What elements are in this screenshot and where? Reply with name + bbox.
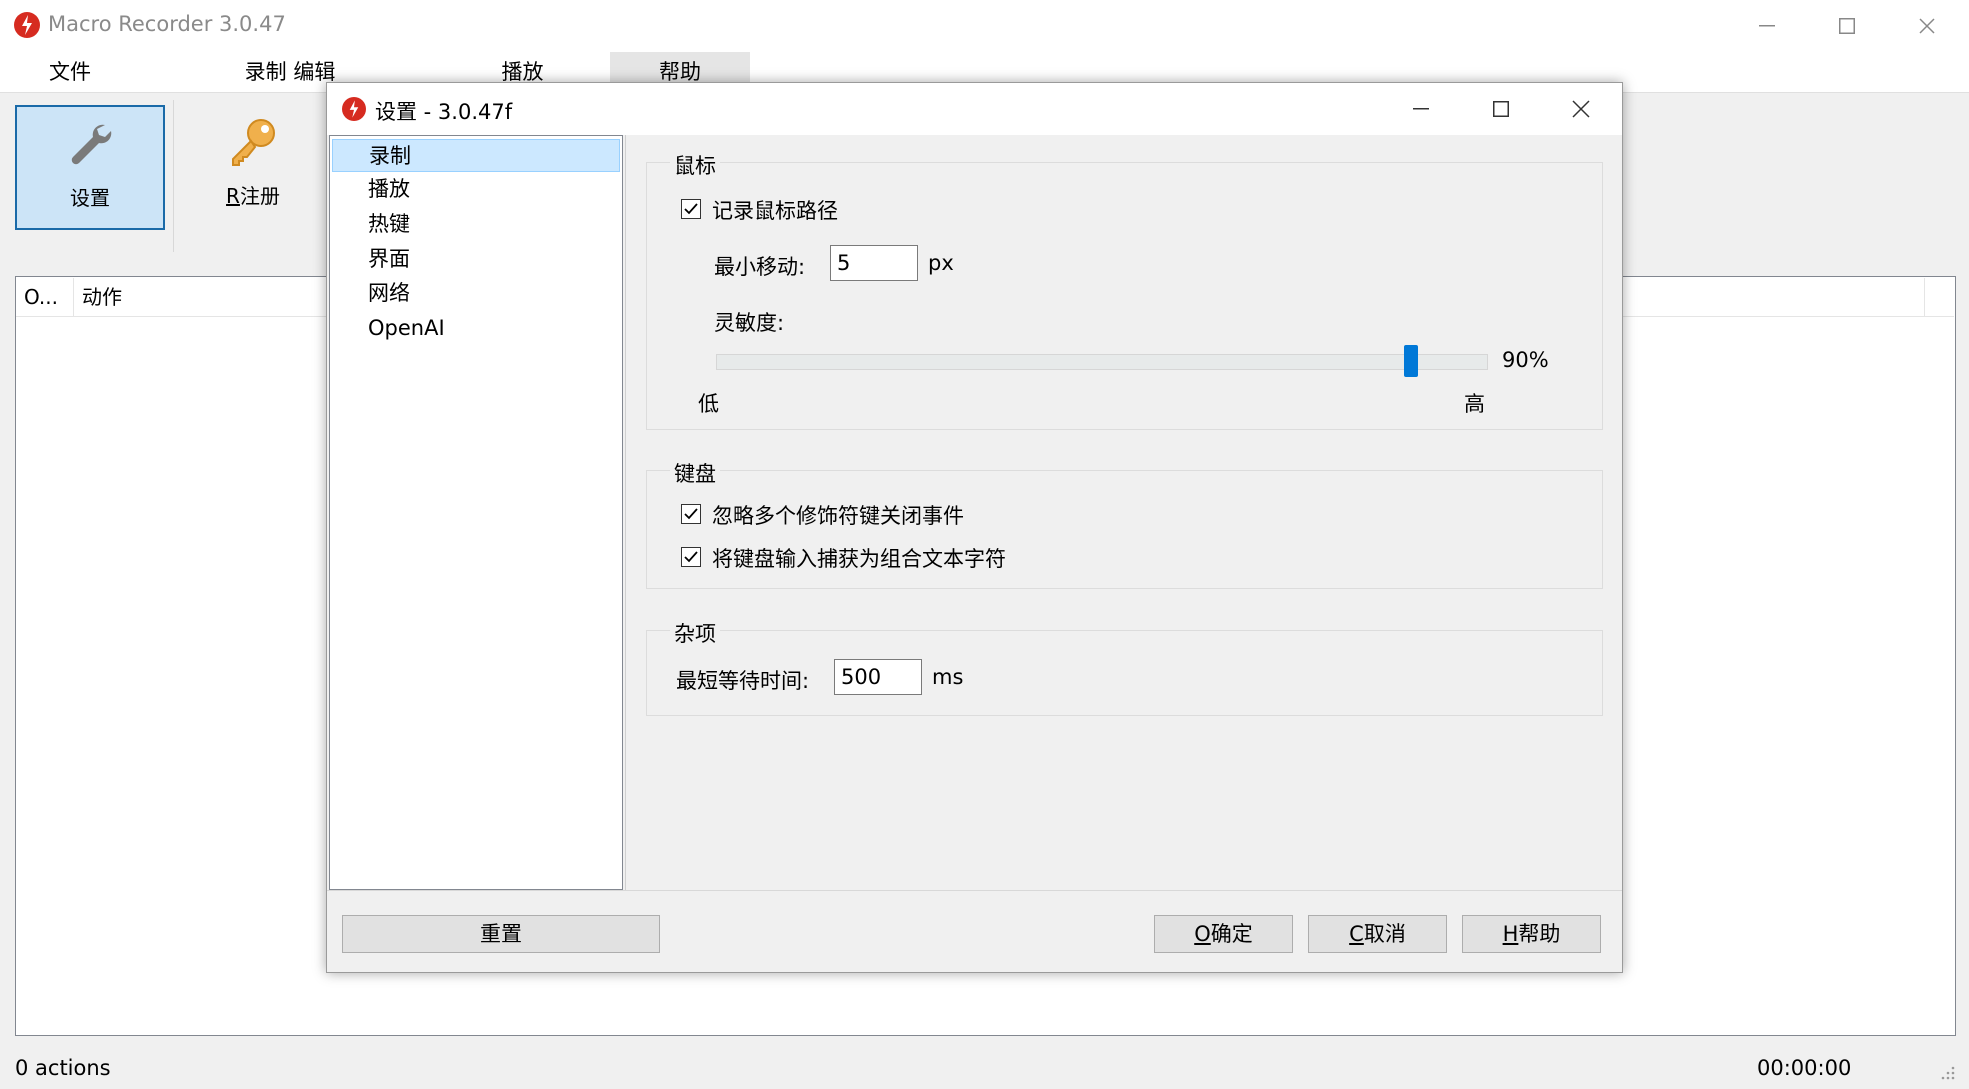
dialog-title: 设置 - 3.0.47f (375, 100, 513, 124)
help-button[interactable]: H帮助 (1462, 915, 1601, 953)
sensitivity-value: 90% (1502, 348, 1549, 372)
min-wait-unit: ms (932, 665, 964, 689)
settings-nav: 录制 播放 热键 界面 网络 OpenAI (329, 135, 623, 890)
ignore-modifiers-label: 忽略多个修饰符键关闭事件 (712, 504, 964, 528)
actions-count: 0 actions (15, 1056, 111, 1080)
register-accel: R (226, 184, 240, 208)
mouse-group-label: 鼠标 (670, 150, 720, 180)
resize-grip-icon[interactable] (1940, 1065, 1956, 1081)
menu-file[interactable]: 文件 (0, 52, 140, 92)
elapsed-time: 00:00:00 (1757, 1056, 1852, 1080)
close-icon (1572, 100, 1590, 118)
nav-item-playback[interactable]: 播放 (332, 173, 620, 206)
nav-item-hotkeys[interactable]: 热键 (332, 208, 620, 241)
column-divider (1924, 278, 1925, 316)
capture-text-checkbox[interactable] (681, 547, 701, 567)
min-move-label: 最小移动: (714, 255, 806, 279)
record-path-checkbox[interactable] (681, 199, 701, 219)
misc-group-label: 杂项 (670, 618, 720, 648)
ok-label: 确定 (1210, 922, 1253, 946)
check-icon (684, 508, 698, 520)
maximize-icon (1839, 18, 1855, 34)
settings-label: 设置 (70, 186, 110, 210)
min-wait-input[interactable]: 500 (834, 659, 922, 695)
dialog-close-button[interactable] (1541, 83, 1621, 135)
key-icon (232, 119, 275, 166)
dialog-maximize-button[interactable] (1461, 83, 1541, 135)
help-label: 帮助 (1518, 922, 1561, 946)
settings-dialog: 设置 - 3.0.47f 录制 播放 热键 界面 网络 OpenAI 鼠标 记录… (326, 82, 1623, 973)
ok-accel: O (1194, 922, 1211, 946)
wrench-icon (71, 124, 112, 165)
ignore-modifiers-checkbox[interactable] (681, 504, 701, 524)
minimize-icon (1759, 25, 1775, 27)
title-bar: Macro Recorder 3.0.47 (0, 0, 1969, 52)
maximize-icon (1493, 101, 1509, 117)
sensitivity-high-label: 高 (1464, 392, 1485, 416)
register-text: 注册 (239, 184, 280, 208)
capture-text-label: 将键盘输入捕获为组合文本字符 (712, 547, 1006, 571)
nav-item-record[interactable]: 录制 (332, 139, 620, 172)
app-logo-icon (14, 12, 40, 38)
cancel-label: 取消 (1363, 922, 1406, 946)
record-path-label: 记录鼠标路径 (712, 199, 838, 223)
check-icon (684, 203, 698, 215)
register-label: R注册 (178, 180, 328, 209)
nav-item-interface[interactable]: 界面 (332, 243, 620, 276)
nav-item-openai[interactable]: OpenAI (332, 312, 620, 345)
sensitivity-label: 灵敏度: (714, 311, 785, 335)
maximize-button[interactable] (1807, 0, 1887, 52)
settings-content: 鼠标 记录鼠标路径 最小移动: 5 px 灵敏度: 90% 低 高 键盘 忽略多… (625, 135, 1621, 890)
dialog-title-bar: 设置 - 3.0.47f (327, 83, 1622, 135)
sensitivity-slider-thumb[interactable] (1403, 345, 1418, 377)
min-move-unit: px (928, 251, 954, 275)
dialog-minimize-button[interactable] (1381, 83, 1461, 135)
footer-divider (327, 890, 1622, 891)
min-move-input[interactable]: 5 (830, 245, 918, 281)
close-icon (1919, 18, 1935, 34)
minimize-icon (1413, 108, 1429, 110)
reset-button[interactable]: 重置 (342, 915, 660, 953)
ok-button[interactable]: O确定 (1154, 915, 1293, 953)
cancel-button[interactable]: C取消 (1308, 915, 1447, 953)
help-accel: H (1502, 922, 1519, 946)
keyboard-group-label: 键盘 (670, 458, 720, 488)
status-bar: 0 actions 00:00:00 (0, 1050, 1969, 1089)
register-button[interactable]: R注册 (178, 105, 328, 230)
check-icon (684, 551, 698, 563)
close-button[interactable] (1887, 0, 1967, 52)
sensitivity-low-label: 低 (698, 392, 719, 416)
settings-button[interactable]: 设置 (15, 105, 165, 230)
app-title: Macro Recorder 3.0.47 (48, 12, 286, 36)
nav-item-network[interactable]: 网络 (332, 277, 620, 310)
toolbar-separator (173, 100, 174, 252)
min-wait-label: 最短等待时间: (676, 669, 810, 693)
cancel-accel: C (1349, 922, 1364, 946)
sensitivity-slider-track[interactable] (716, 354, 1488, 370)
minimize-button[interactable] (1727, 0, 1807, 52)
column-order[interactable]: O... (16, 278, 74, 316)
dialog-logo-icon (342, 97, 366, 121)
